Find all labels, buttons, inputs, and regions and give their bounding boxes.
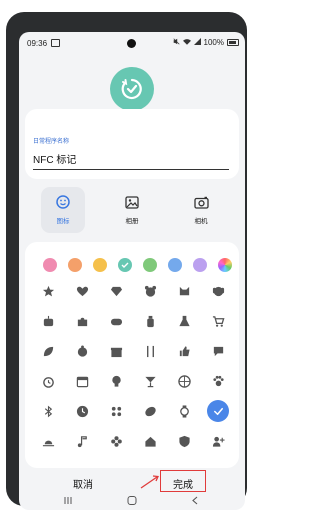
star-icon[interactable] — [37, 280, 59, 302]
smiley-icon — [56, 195, 70, 209]
status-right: 100% — [172, 38, 239, 47]
home-nav-icon[interactable] — [127, 496, 137, 507]
recents-icon[interactable] — [63, 496, 73, 507]
arrow-annotation — [140, 475, 159, 489]
bluetooth-icon[interactable] — [37, 400, 59, 422]
screen: 09:36 100% 日常程序名称 NFC 标记 图标 相册 相机 取消 完成 — [19, 32, 245, 510]
icon-grid — [25, 280, 239, 470]
name-field-input[interactable]: NFC 标记 — [33, 151, 76, 166]
color-swatch[interactable] — [93, 258, 107, 272]
done-button[interactable]: 完成 — [173, 476, 193, 491]
phone-frame: 09:36 100% 日常程序名称 NFC 标记 图标 相册 相机 取消 完成 — [6, 12, 247, 510]
cocktail-icon[interactable] — [139, 370, 161, 392]
gift-icon[interactable] — [105, 340, 127, 362]
mute-icon — [172, 38, 180, 47]
alarm-icon[interactable] — [37, 370, 59, 392]
color-swatch[interactable] — [168, 258, 182, 272]
status-bar: 09:36 100% — [19, 32, 245, 54]
status-time: 09:36 — [27, 39, 48, 48]
battery-percent: 100% — [203, 38, 224, 47]
watch-icon[interactable] — [173, 400, 195, 422]
input-underline — [33, 169, 229, 170]
tab-camera[interactable]: 相机 — [179, 187, 223, 233]
apps-icon[interactable] — [105, 400, 127, 422]
tab-gallery[interactable]: 相册 — [110, 187, 154, 233]
color-swatch[interactable] — [143, 258, 157, 272]
name-field-label: 日常程序名称 — [33, 139, 70, 145]
sunrise-icon[interactable] — [37, 430, 59, 452]
calendar-icon[interactable] — [71, 370, 93, 392]
basketball-icon[interactable] — [173, 370, 195, 392]
front-camera — [127, 39, 136, 48]
bean-icon[interactable] — [139, 400, 161, 422]
color-swatch[interactable] — [43, 258, 57, 272]
diamond-icon[interactable] — [105, 280, 127, 302]
camera-icon — [193, 196, 209, 209]
check-icon[interactable] — [207, 400, 229, 422]
flask-icon[interactable] — [173, 310, 195, 332]
color-swatch[interactable] — [193, 258, 207, 272]
baby-icon[interactable] — [71, 340, 93, 362]
bulb-icon[interactable] — [105, 370, 127, 392]
bottom-actions: 取消 完成 — [19, 470, 245, 494]
puzzle-icon[interactable] — [71, 310, 93, 332]
name-card: 日常程序名称 NFC 标记 — [25, 109, 239, 179]
color-swatch[interactable] — [218, 258, 232, 272]
tab-camera-label: 相机 — [194, 217, 208, 225]
back-icon[interactable] — [191, 496, 199, 507]
system-nav-bar — [19, 494, 245, 510]
dog-icon[interactable] — [207, 280, 229, 302]
robot-icon[interactable] — [37, 310, 59, 332]
gamepad-icon[interactable] — [105, 310, 127, 332]
check-badge-icon — [110, 67, 154, 111]
shield-icon[interactable] — [173, 430, 195, 452]
chat-icon[interactable] — [207, 340, 229, 362]
cancel-button[interactable]: 取消 — [73, 476, 93, 491]
bear-icon[interactable] — [139, 280, 161, 302]
signal-icon — [193, 38, 201, 47]
person-plus-icon[interactable] — [207, 430, 229, 452]
music-icon[interactable] — [71, 430, 93, 452]
battery-icon — [227, 39, 239, 46]
paw-icon[interactable] — [207, 370, 229, 392]
leaf-icon[interactable] — [37, 340, 59, 362]
color-swatch[interactable] — [118, 258, 132, 272]
check-icon — [121, 262, 129, 268]
tab-icon-label: 图标 — [56, 218, 70, 225]
tab-icon[interactable]: 图标 — [41, 187, 85, 233]
heart-icon[interactable] — [71, 280, 93, 302]
color-swatch[interactable] — [68, 258, 82, 272]
icon-type-selector: 图标 相册 相机 — [19, 187, 245, 237]
thumbs-up-icon[interactable] — [173, 340, 195, 362]
bottle-icon[interactable] — [139, 310, 161, 332]
wifi-icon — [182, 38, 191, 47]
clock-icon[interactable] — [71, 400, 93, 422]
flower-icon[interactable] — [105, 430, 127, 452]
cutlery-icon[interactable] — [139, 340, 161, 362]
color-palette — [25, 258, 239, 274]
gallery-icon — [125, 195, 139, 209]
image-icon — [51, 39, 60, 47]
cat-icon[interactable] — [173, 280, 195, 302]
cart-icon[interactable] — [207, 310, 229, 332]
home-icon[interactable] — [139, 430, 161, 452]
tab-gallery-label: 相册 — [125, 217, 139, 225]
icon-picker-card — [25, 242, 239, 468]
